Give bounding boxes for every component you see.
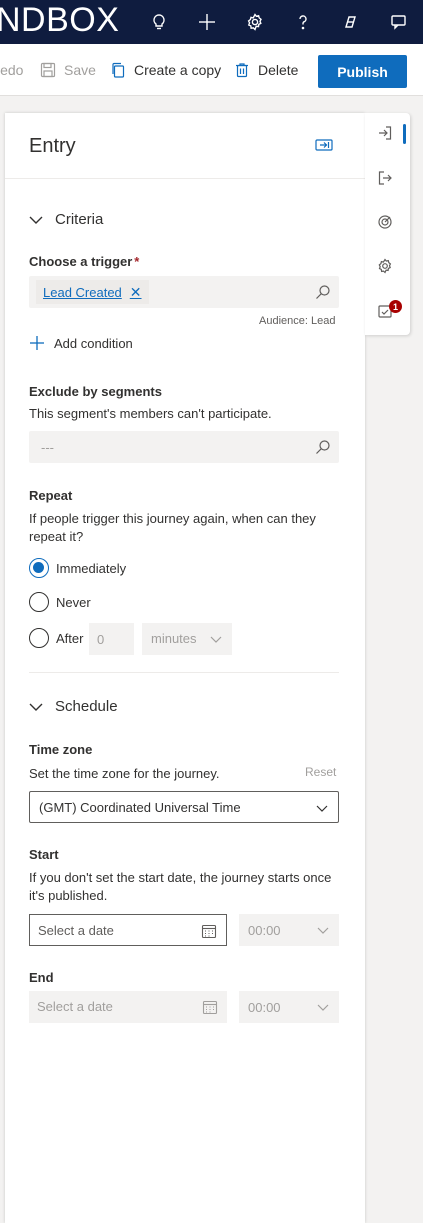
start-label: Start (29, 847, 59, 862)
feedback-icon[interactable] (375, 0, 423, 44)
trigger-tag-label[interactable]: Lead Created (43, 285, 122, 300)
copilot-icon[interactable] (327, 0, 375, 44)
add-condition-button[interactable]: Add condition (29, 335, 133, 351)
rail-active-indicator (403, 124, 406, 144)
radio-unselected-icon[interactable] (29, 628, 49, 648)
start-description: If you don't set the start date, the jou… (29, 870, 332, 903)
top-navigation-bar: NDBOX (0, 0, 423, 44)
criteria-section-toggle[interactable]: Criteria (29, 211, 103, 228)
after-value-input[interactable]: 0 (89, 623, 134, 655)
start-time-value: 00:00 (248, 923, 281, 938)
search-icon[interactable] (315, 439, 331, 455)
calendar-icon[interactable] (202, 999, 218, 1015)
timezone-dropdown[interactable]: (GMT) Coordinated Universal Time (29, 791, 339, 823)
calendar-icon[interactable] (201, 923, 217, 939)
end-date-placeholder: Select a date (37, 999, 113, 1014)
start-date-picker[interactable]: Select a date (29, 914, 227, 946)
delete-label: Delete (258, 62, 299, 78)
chevron-down-icon (29, 703, 43, 711)
search-icon[interactable] (315, 284, 331, 300)
radio-after-label: After (56, 630, 84, 646)
redo-button[interactable]: Redo (0, 44, 23, 96)
create-copy-label: Create a copy (134, 62, 222, 78)
save-icon (40, 62, 56, 78)
schedule-section-toggle[interactable]: Schedule (29, 698, 118, 715)
radio-unselected-icon[interactable] (29, 592, 49, 612)
panel-title: Entry (29, 135, 76, 157)
trigger-label: Choose a trigger * (29, 254, 140, 269)
after-unit-value: minutes (151, 631, 197, 646)
header-divider (5, 178, 365, 179)
exclude-segments-field[interactable]: --- (29, 431, 339, 463)
chevron-down-icon (316, 805, 328, 812)
radio-never[interactable]: Never (29, 592, 91, 612)
end-time-value: 00:00 (248, 1000, 281, 1015)
save-label: Save (64, 62, 96, 78)
radio-immediately-label: Immediately (56, 560, 127, 576)
side-rail: 1 (365, 113, 410, 335)
criteria-heading: Criteria (55, 211, 104, 228)
timezone-description: Set the time zone for the journey. (29, 766, 220, 781)
repeat-label: Repeat (29, 488, 73, 503)
end-time-dropdown[interactable]: 00:00 (239, 991, 339, 1023)
exit-icon[interactable] (377, 170, 397, 190)
schedule-heading: Schedule (55, 698, 118, 715)
chevron-down-icon (317, 1004, 329, 1011)
add-condition-label: Add condition (54, 335, 133, 351)
publish-button[interactable]: Publish (318, 55, 407, 88)
trash-icon (236, 63, 248, 78)
goal-icon[interactable] (377, 214, 397, 234)
environment-title: NDBOX (0, 1, 120, 39)
save-button[interactable]: Save (40, 44, 96, 96)
plus-icon (30, 336, 44, 350)
end-date-picker[interactable]: Select a date (29, 991, 227, 1023)
section-divider (29, 672, 339, 673)
audience-text: Audience: Lead (259, 315, 336, 327)
timezone-value: (GMT) Coordinated Universal Time (39, 800, 241, 815)
gear-icon[interactable] (231, 0, 279, 44)
timezone-label: Time zone (29, 742, 93, 757)
entry-icon[interactable] (377, 125, 397, 145)
error-count-badge: 1 (389, 300, 402, 313)
exclude-placeholder: --- (41, 440, 54, 455)
radio-selected-icon[interactable] (29, 558, 49, 578)
trigger-field[interactable]: Lead Created ✕ (29, 276, 339, 308)
chevron-down-icon (29, 216, 43, 224)
settings-icon[interactable] (377, 258, 397, 278)
delete-button[interactable]: Delete (234, 44, 298, 96)
lightbulb-icon[interactable] (135, 0, 183, 44)
radio-never-label: Never (56, 594, 91, 610)
entry-panel: Entry Criteria Choose a trigger * Lead Cr… (5, 113, 365, 1223)
create-copy-button[interactable]: Create a copy (110, 44, 221, 96)
remove-tag-icon[interactable]: ✕ (130, 284, 142, 301)
end-label: End (29, 970, 54, 985)
exclude-description: This segment's members can't participate… (29, 406, 272, 421)
redo-label: Redo (0, 62, 24, 78)
required-mark: * (134, 254, 140, 269)
help-icon[interactable] (279, 0, 327, 44)
command-bar: Redo Save Create a copy Delete Publish (0, 44, 423, 96)
copy-icon (112, 62, 125, 78)
plus-icon[interactable] (183, 0, 231, 44)
radio-immediately[interactable]: Immediately (29, 558, 126, 578)
reset-button[interactable]: Reset (305, 765, 336, 779)
repeat-description: If people trigger this journey again, wh… (29, 511, 316, 544)
trigger-tag[interactable]: Lead Created ✕ (36, 280, 149, 304)
start-time-dropdown[interactable]: 00:00 (239, 914, 339, 946)
start-date-placeholder: Select a date (38, 923, 114, 938)
chevron-down-icon (210, 636, 222, 643)
chevron-down-icon (317, 927, 329, 934)
after-unit-dropdown[interactable]: minutes (142, 623, 232, 655)
exclude-label: Exclude by segments (29, 384, 162, 399)
radio-after[interactable]: After (29, 628, 83, 648)
collapse-panel-icon[interactable] (315, 138, 333, 152)
